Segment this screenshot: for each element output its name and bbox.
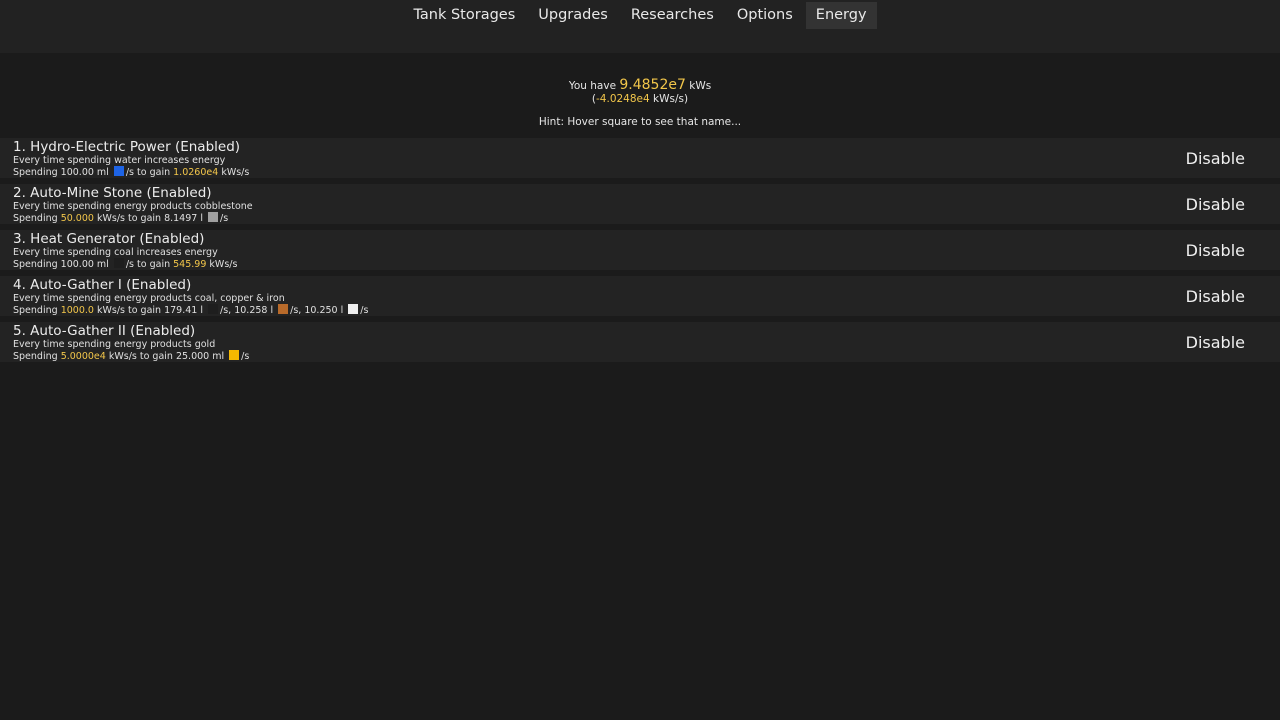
tab-researches[interactable]: Researches bbox=[621, 2, 724, 29]
cost-value: 5.0000e4 bbox=[60, 351, 106, 362]
coal-swatch-icon[interactable] bbox=[208, 304, 219, 314]
generator-desc: Every time spending energy products gold bbox=[13, 339, 216, 350]
generator-spend: Spending 5.0000e4 kWs/s to gain 25.000 m… bbox=[13, 350, 1280, 363]
generator-desc: Every time spending coal increases energ… bbox=[13, 247, 218, 258]
spend-text: kWs/s bbox=[221, 167, 250, 178]
spend-text: kWs/s bbox=[209, 259, 238, 270]
generator-title: 1. Hydro-Electric Power (Enabled) bbox=[13, 139, 241, 155]
generator-row-heat: 3. Heat Generator (Enabled) Every time s… bbox=[0, 230, 1280, 270]
spend-text: /s, 10.250 l bbox=[290, 305, 344, 316]
energy-prefix: You have bbox=[568, 80, 617, 92]
coal-swatch-icon[interactable] bbox=[113, 258, 124, 268]
generator-row-auto-gather-2: 5. Auto-Gather II (Enabled) Every time s… bbox=[0, 322, 1280, 362]
spend-text: Spending 100.00 ml bbox=[13, 167, 109, 178]
hint-text: Hint: Hover square to see that name... bbox=[538, 116, 742, 128]
tab-options[interactable]: Options bbox=[727, 2, 803, 29]
generator-spend: Spending 100.00 ml /s to gain 545.99 kWs… bbox=[13, 258, 1280, 271]
spend-text: Spending bbox=[13, 305, 58, 316]
disable-button[interactable]: Disable bbox=[1186, 241, 1245, 261]
generator-spend: Spending 100.00 ml /s to gain 1.0260e4 k… bbox=[13, 166, 1280, 179]
spend-text: /s to gain bbox=[125, 259, 171, 270]
disable-button[interactable]: Disable bbox=[1186, 287, 1245, 307]
tab-bar: Tank Storages Upgrades Researches Option… bbox=[402, 2, 878, 29]
spend-text: /s bbox=[220, 213, 229, 224]
tab-tank-storages[interactable]: Tank Storages bbox=[403, 2, 525, 29]
generator-title: 5. Auto-Gather II (Enabled) bbox=[13, 323, 196, 339]
spend-text: Spending 100.00 ml bbox=[13, 259, 109, 270]
gain-value: 1.0260e4 bbox=[173, 167, 219, 178]
spend-text: kWs/s to gain 179.41 l bbox=[96, 305, 203, 316]
spend-text: /s to gain bbox=[125, 167, 171, 178]
spend-text: /s, 10.258 l bbox=[220, 305, 274, 316]
generator-row-hydro: 1. Hydro-Electric Power (Enabled) Every … bbox=[0, 138, 1280, 178]
generator-row-auto-gather-1: 4. Auto-Gather I (Enabled) Every time sp… bbox=[0, 276, 1280, 316]
spend-text: /s bbox=[241, 351, 250, 362]
top-nav-bar: Tank Storages Upgrades Researches Option… bbox=[0, 0, 1280, 53]
spend-text: kWs/s to gain 25.000 ml bbox=[108, 351, 225, 362]
generator-list: 1. Hydro-Electric Power (Enabled) Every … bbox=[0, 138, 1280, 362]
generator-spend: Spending 1000.0 kWs/s to gain 179.41 l /… bbox=[13, 304, 1280, 317]
generator-row-auto-mine-stone: 2. Auto-Mine Stone (Enabled) Every time … bbox=[0, 184, 1280, 224]
energy-rate-line: (-4.0248e4 kWs/s) bbox=[0, 93, 1280, 105]
water-swatch-icon[interactable] bbox=[113, 166, 124, 176]
tab-energy[interactable]: Energy bbox=[805, 2, 877, 29]
energy-rate: -4.0248e4 bbox=[596, 93, 650, 105]
copper-swatch-icon[interactable] bbox=[278, 304, 289, 314]
tab-upgrades[interactable]: Upgrades bbox=[528, 2, 618, 29]
energy-total-line: You have 9.4852e7 kWs bbox=[0, 77, 1280, 93]
energy-amount: 9.4852e7 bbox=[619, 77, 686, 93]
rate-close: kWs/s) bbox=[649, 93, 689, 105]
disable-button[interactable]: Disable bbox=[1186, 333, 1245, 353]
spend-text: kWs/s to gain 8.1497 l bbox=[96, 213, 203, 224]
spend-text: Spending bbox=[13, 351, 58, 362]
gain-value: 545.99 bbox=[173, 259, 207, 270]
spend-text: /s bbox=[360, 305, 369, 316]
generator-desc: Every time spending energy products cobb… bbox=[13, 201, 253, 212]
generator-desc: Every time spending energy products coal… bbox=[13, 293, 285, 304]
energy-summary: You have 9.4852e7 kWs (-4.0248e4 kWs/s) … bbox=[0, 77, 1280, 128]
spend-text: Spending bbox=[13, 213, 58, 224]
iron-swatch-icon[interactable] bbox=[348, 304, 359, 314]
generator-spend: Spending 50.000 kWs/s to gain 8.1497 l /… bbox=[13, 212, 1280, 225]
generator-title: 4. Auto-Gather I (Enabled) bbox=[13, 277, 192, 293]
gold-swatch-icon[interactable] bbox=[229, 350, 240, 360]
energy-unit: kWs bbox=[689, 80, 712, 92]
generator-title: 2. Auto-Mine Stone (Enabled) bbox=[13, 185, 212, 201]
generator-desc: Every time spending water increases ener… bbox=[13, 155, 226, 166]
generator-title: 3. Heat Generator (Enabled) bbox=[13, 231, 205, 247]
disable-button[interactable]: Disable bbox=[1186, 195, 1245, 215]
cost-value: 1000.0 bbox=[60, 305, 94, 316]
cost-value: 50.000 bbox=[60, 213, 94, 224]
disable-button[interactable]: Disable bbox=[1186, 149, 1245, 169]
stone-swatch-icon[interactable] bbox=[208, 212, 219, 222]
